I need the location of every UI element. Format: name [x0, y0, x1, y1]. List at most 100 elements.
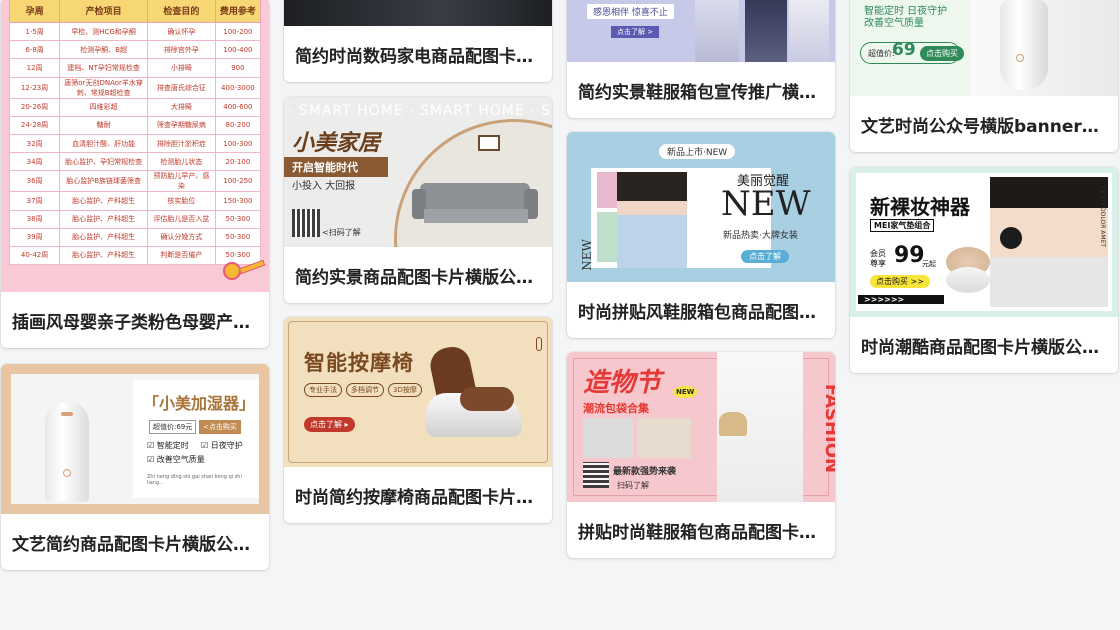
card-title[interactable]: 拼贴时尚鞋服箱包商品配图卡片横版 — [567, 502, 835, 558]
sub-text: 小投入 大回报 — [292, 181, 356, 192]
table-cell: 唐筛or无创DNAor羊水穿刺、常规B超检查 — [59, 76, 149, 99]
buy-button[interactable]: 点击购买 >> — [870, 275, 930, 288]
product-title: 新裸妆神器 — [870, 195, 970, 219]
card-title[interactable]: 时尚潮酷商品配图卡片横版公众号首图 — [850, 317, 1118, 373]
template-card[interactable]: 简约时尚数码家电商品配图卡片横版 — [284, 0, 552, 82]
table-header: 费用参考 — [214, 0, 262, 23]
key-icon — [223, 262, 241, 280]
sub-title: MEI家气垫组合 — [870, 219, 935, 232]
table-cell: 100-400 — [214, 40, 262, 60]
table-cell: 核实胎位 — [147, 191, 216, 211]
table-cell: 胎心监护、产科超生 — [59, 227, 149, 247]
card-thumbnail[interactable]: 新裸妆神器 MEI家气垫组合 会员 尊享 99 元起 点击购买 >> >>>>>… — [850, 167, 1118, 317]
template-card[interactable]: 造物节 NEW 潮流包袋合集 最新款强势来袭 扫码了解 FASHION 拼贴时尚… — [567, 352, 835, 558]
buy-button[interactable]: <点击购买 — [199, 420, 241, 434]
price-label: 超值价:69元 — [149, 420, 197, 434]
side-text: FASHION — [821, 383, 835, 474]
slogan-banner: 开启智能时代 — [284, 157, 388, 177]
arrow-strip: >>>>>> — [858, 295, 945, 304]
template-card[interactable]: 新品上市·NEW 美丽觉醒 NEW 新品热卖·大牌女装 点击了解 NEW 时尚拼… — [567, 132, 835, 338]
schedule-table: 孕周 产检项目 检查目的 费用参考 1-5周 早检、测HCG和孕酮 确认怀孕 100-… — [8, 0, 262, 266]
table-row: 34周 胎心监护、孕妇常规检查 检测胎儿状态 20-100 — [8, 152, 262, 172]
template-card[interactable]: 感恩相伴 惊喜不止 点击了解 > 简约实景鞋服箱包宣传推广横版配图 — [567, 0, 835, 118]
qr-code-icon — [292, 209, 320, 237]
table-cell: 小排畸 — [147, 58, 216, 78]
table-cell: 大排畸 — [147, 97, 216, 117]
table-cell: 50-300 — [214, 227, 262, 247]
cta-button[interactable]: 点击了解 — [741, 250, 789, 263]
feature-item: ☑ 日夜守护 — [201, 441, 243, 450]
humidifier-image — [1000, 0, 1048, 90]
brand-title: 小美家居 — [292, 131, 381, 156]
headline-new: NEW — [721, 184, 811, 224]
card-thumbnail[interactable]: 孕周 产检项目 检查目的 费用参考 1-5周 早检、测HCG和孕酮 确认怀孕 100-… — [1, 0, 269, 292]
table-cell: 排除胆汁淤积症 — [147, 133, 216, 154]
template-card[interactable]: 智能按摩椅 专业手法 多档调节 3D按摩 点击了解 ▸ 时尚简约按摩椅商品配图卡… — [284, 317, 552, 523]
table-cell: 400-600 — [214, 97, 262, 117]
watermark-text: · SMART HOME · SMART HOME · S — [288, 103, 551, 119]
card-thumbnail[interactable]: 新品上市·NEW 美丽觉醒 NEW 新品热卖·大牌女装 点击了解 NEW — [567, 132, 835, 282]
template-card[interactable]: 孕周 产检项目 检查目的 费用参考 1-5周 早检、测HCG和孕酮 确认怀孕 100-… — [1, 0, 269, 348]
line-text: 扫码了解 — [617, 481, 649, 490]
table-cell: 150-300 — [214, 191, 262, 211]
table-cell: 12周 — [8, 58, 61, 78]
table-cell: 确认怀孕 — [147, 21, 216, 42]
card-thumbnail[interactable]: 造物节 NEW 潮流包袋合集 最新款强势来袭 扫码了解 FASHION — [567, 352, 835, 502]
card-thumbnail[interactable]: 智能定时 日夜守护 改善空气质量 超值价: 69 点击购买 — [850, 0, 1118, 96]
cta-button[interactable]: 点击了解 ▸ — [304, 417, 355, 432]
table-row: 37周 胎心监护、产科超生 核实胎位 150-300 — [8, 191, 262, 211]
table-cell: 胎心监护、孕妇常规检查 — [59, 152, 149, 172]
table-row: 32周 血清胆汁酸、肝功能 排除胆汁淤积症 100-300 — [8, 133, 262, 154]
card-title[interactable]: 插画风母婴亲子类粉色母婴产检时间表 — [1, 292, 269, 348]
template-card[interactable]: · SMART HOME · SMART HOME · S 小美家居 开启智能时… — [284, 97, 552, 303]
feature-tag: 专业手法 — [304, 383, 342, 397]
table-cell: 糖耐 — [59, 115, 149, 135]
card-title[interactable]: 简约时尚数码家电商品配图卡片横版 — [284, 26, 552, 82]
table-cell: 1-5周 — [8, 21, 61, 42]
table-row: 40-42周 胎心监护、产科超生 判断是否催产 50-300 — [8, 245, 262, 266]
feature-item: ☑ 智能定时 — [147, 441, 189, 450]
card-thumbnail[interactable]: 感恩相伴 惊喜不止 点击了解 > — [567, 0, 835, 62]
feature-item: ☑ 改善空气质量 — [147, 455, 205, 464]
buy-button[interactable]: 点击购买 — [920, 46, 964, 61]
table-cell: 38周 — [8, 209, 61, 229]
card-thumbnail[interactable]: 智能按摩椅 专业手法 多档调节 3D按摩 点击了解 ▸ — [284, 317, 552, 467]
table-cell: 400-3000 — [214, 76, 262, 99]
template-card[interactable]: 智能定时 日夜守护 改善空气质量 超值价: 69 点击购买 文艺时尚公众号横版b… — [850, 0, 1118, 152]
product-title: 智能按摩椅 — [304, 351, 414, 375]
card-title[interactable]: 简约实景鞋服箱包宣传推广横版配图 — [567, 62, 835, 118]
table-cell: 胎心监护、产科超生 — [59, 191, 149, 211]
table-row: 20-26周 四维彩超 大排畸 400-600 — [8, 97, 262, 117]
table-cell: 100-250 — [214, 170, 262, 193]
card-title[interactable]: 时尚简约按摩椅商品配图卡片横版公众号 — [284, 467, 552, 523]
card-thumbnail[interactable]: · SMART HOME · SMART HOME · S 小美家居 开启智能时… — [284, 97, 552, 247]
card-title[interactable]: 时尚拼贴风鞋服箱包商品配图卡片横版 — [567, 282, 835, 338]
card-thumbnail[interactable] — [284, 0, 552, 26]
table-cell: 评估胎儿是否入盆 — [147, 209, 216, 229]
card-title[interactable]: 文艺时尚公众号横版banner配图 — [850, 96, 1118, 152]
table-cell: 排查唐氏综合征 — [147, 76, 216, 99]
template-card[interactable]: 「小美加湿器」 超值价:69元 <点击购买 ☑ 智能定时 ☑ 日夜守护 ☑ 改善… — [1, 364, 269, 570]
table-cell: 预防胎儿早产、感染 — [147, 170, 216, 193]
table-row: 36周 胎心监护B族链球菌筛查 预防胎儿早产、感染 100-250 — [8, 170, 262, 193]
price-value: 69 — [892, 40, 916, 60]
table-cell: 6-8周 — [8, 40, 61, 60]
template-card[interactable]: 新裸妆神器 MEI家气垫组合 会员 尊享 99 元起 点击购买 >> >>>>>… — [850, 167, 1118, 373]
table-cell: 39周 — [8, 227, 61, 247]
table-cell: 32周 — [8, 133, 61, 154]
card-title[interactable]: 简约实景商品配图卡片横版公众号首图 — [284, 247, 552, 303]
subline: 新品热卖·大牌女装 — [723, 231, 798, 241]
table-cell: 建档、NT孕妇常规检查 — [59, 58, 149, 78]
table-cell: 900 — [214, 58, 262, 78]
table-cell: 100-200 — [214, 21, 262, 42]
cta-button[interactable]: 点击了解 > — [611, 26, 660, 38]
card-title[interactable]: 文艺简约商品配图卡片横版公众号首图 — [1, 514, 269, 570]
table-cell: 四维彩超 — [59, 97, 149, 117]
table-row: 12周 建档、NT孕妇常规检查 小排畸 900 — [8, 58, 262, 78]
feature-text: 改善空气质量 — [864, 18, 924, 29]
card-thumbnail[interactable]: 「小美加湿器」 超值价:69元 <点击购买 ☑ 智能定时 ☑ 日夜守护 ☑ 改善… — [1, 364, 269, 514]
feature-tag: 3D按摩 — [388, 383, 422, 397]
table-cell: 早检、测HCG和孕酮 — [59, 21, 149, 42]
promo-tag: 感恩相伴 惊喜不止 — [587, 4, 674, 19]
table-cell: 确认分娩方式 — [147, 227, 216, 247]
